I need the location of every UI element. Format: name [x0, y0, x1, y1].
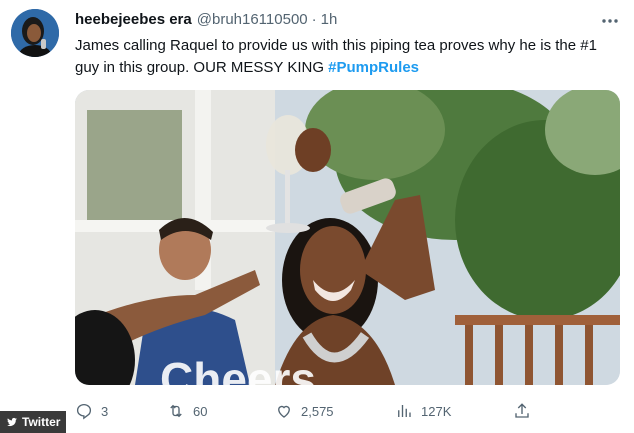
- share-icon: [515, 403, 529, 418]
- views-count: 127K: [421, 403, 452, 419]
- reply-count: 3: [101, 403, 109, 419]
- watermark-label: Twitter: [22, 415, 61, 429]
- tweet-text: James calling Raquel to provide us with …: [75, 35, 620, 79]
- views-icon: [398, 405, 411, 417]
- reply-button[interactable]: 3: [75, 400, 108, 422]
- more-horizontal-icon: [602, 19, 618, 23]
- retweet-button[interactable]: 60: [167, 400, 207, 422]
- reply-icon: [76, 403, 92, 420]
- tweet-actions-bar: 3 60 2,575 127K: [75, 400, 545, 422]
- more-options-button[interactable]: [600, 11, 620, 31]
- twitter-bird-icon: [7, 417, 17, 427]
- retweet-count: 60: [193, 403, 208, 419]
- share-button[interactable]: [513, 400, 531, 422]
- like-count: 2,575: [301, 403, 334, 419]
- like-button[interactable]: 2,575: [275, 400, 334, 422]
- retweet-icon: [170, 404, 182, 418]
- tweet-card[interactable]: heebejeebes era @bruh16110500 · 1h James…: [0, 0, 634, 433]
- user-handle[interactable]: @bruh16110500: [197, 11, 308, 28]
- timestamp[interactable]: 1h: [321, 11, 338, 28]
- avatar[interactable]: [11, 9, 59, 57]
- like-icon: [278, 405, 290, 418]
- twitter-watermark: Twitter: [0, 411, 67, 433]
- tweet-header: heebejeebes era @bruh16110500 · 1h: [75, 11, 337, 28]
- tweet-media-image[interactable]: Cheers: [75, 90, 620, 385]
- hashtag-link[interactable]: #PumpRules: [328, 59, 419, 76]
- views-button[interactable]: 127K: [395, 400, 451, 422]
- media-caption-overlay: Cheers: [160, 353, 316, 385]
- display-name[interactable]: heebejeebes era: [75, 11, 192, 28]
- separator-dot: ·: [311, 11, 317, 28]
